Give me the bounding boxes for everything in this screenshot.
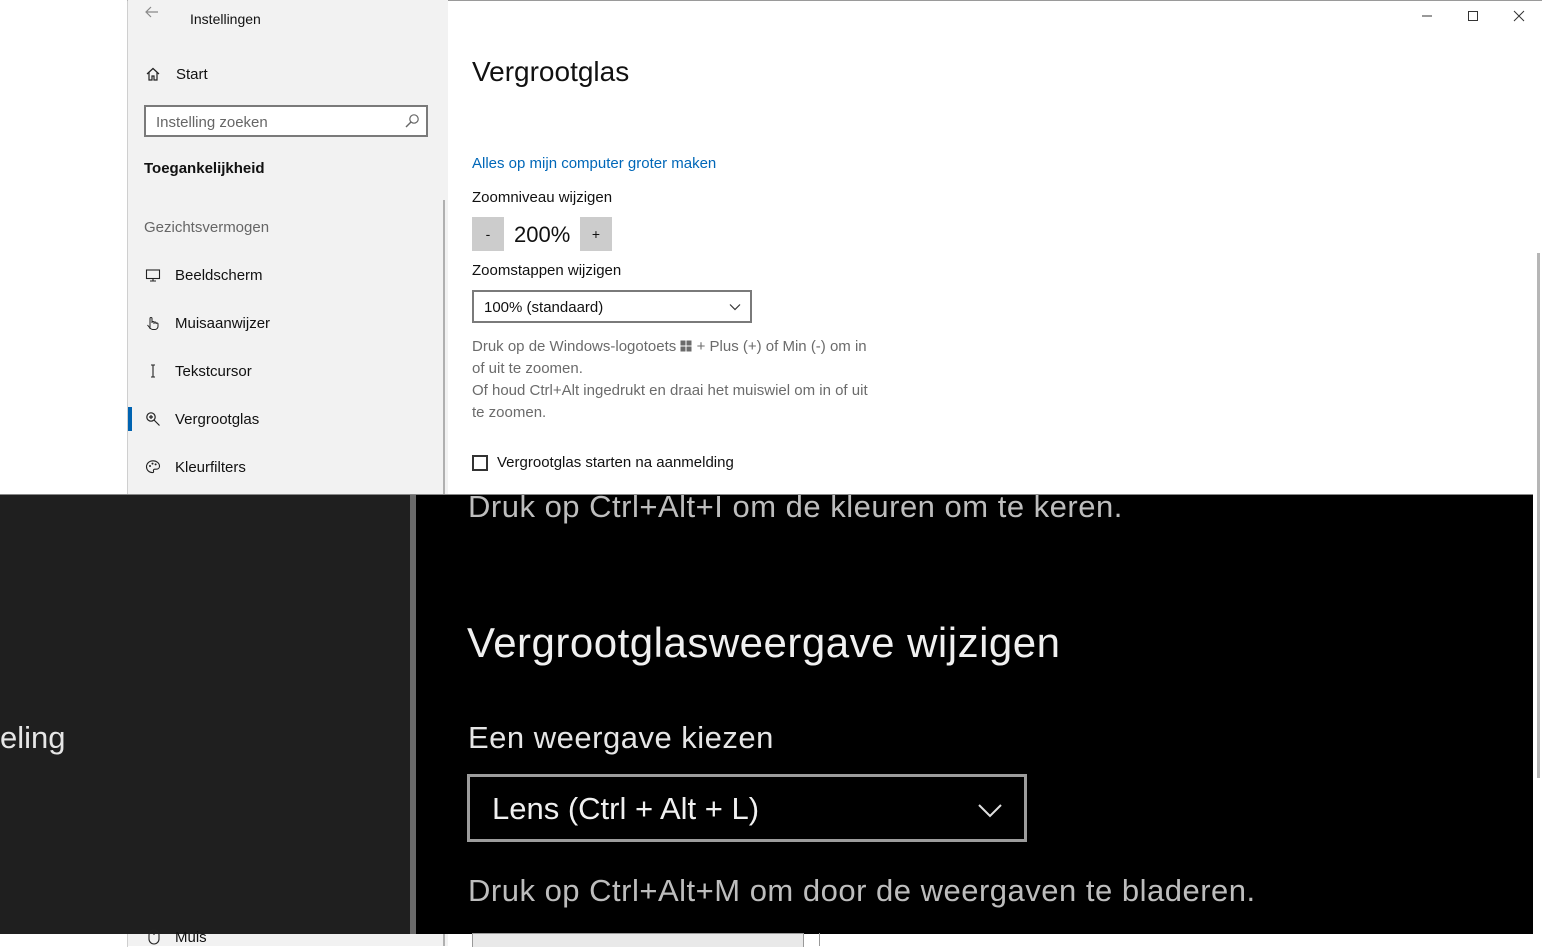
search-placeholder: Instelling zoeken: [156, 114, 268, 131]
lens-left-text: eling: [0, 720, 66, 755]
partially-visible-control[interactable]: [472, 933, 804, 947]
zoom-help-text: Druk op de Windows-logotoets + Plus (+) …: [472, 336, 912, 424]
minimize-button[interactable]: [1404, 0, 1450, 32]
page-title: Vergrootglas: [472, 56, 630, 87]
sidebar-item-beeldscherm[interactable]: Beeldscherm: [128, 253, 444, 297]
zoom-steps-label: Zoomstappen wijzigen: [472, 262, 622, 279]
text-cursor-icon: [144, 362, 162, 380]
sidebar-group-title: Toegankelijkheid: [144, 160, 265, 177]
magnifier-lens[interactable]: eling Druk op Ctrl+Alt+I om de kleuren o…: [0, 494, 1533, 934]
start-after-signin-checkbox[interactable]: [472, 454, 488, 471]
lens-invert-colors-hint: Druk op Ctrl+Alt+I om de kleuren om te k…: [468, 494, 1123, 524]
content-scrollbar[interactable]: [1537, 253, 1540, 778]
sidebar-item-vergrootglas[interactable]: Vergrootglas: [128, 397, 444, 441]
search-icon[interactable]: [404, 113, 420, 134]
zoom-level-label: Zoomniveau wijzigen: [472, 189, 613, 206]
sidebar-item-label: Vergrootglas: [175, 410, 260, 428]
back-button[interactable]: [144, 4, 162, 28]
checkbox-label: Vergrootglas starten na aanmelding: [497, 454, 734, 471]
back-arrow-icon: [145, 6, 158, 18]
sidebar-item-label: Kleurfilters: [175, 458, 246, 476]
zoom-in-button[interactable]: +: [580, 217, 612, 251]
help-line-4: te zoomen.: [472, 404, 547, 421]
help-line-1b: + Plus (+) of Min (-) om in: [696, 338, 867, 355]
pointer-icon: [144, 314, 162, 332]
window-title: Instellingen: [190, 11, 261, 27]
make-everything-bigger-link[interactable]: Alles op mijn computer groter maken: [472, 155, 716, 172]
sidebar-item-kleurfilters[interactable]: Kleurfilters: [128, 445, 444, 489]
lens-sidebar-area: [0, 495, 410, 934]
magnifier-view-dropdown[interactable]: Lens (Ctrl + Alt + L): [467, 774, 1027, 842]
help-line-1a: Druk op de Windows-logotoets: [472, 338, 677, 355]
lens-divider: [410, 495, 416, 934]
window-controls: [1404, 0, 1542, 32]
lens-view-label: Een weergave kiezen: [468, 720, 774, 755]
start-after-signin-option[interactable]: Vergrootglas starten na aanmelding: [472, 454, 734, 471]
sidebar-item-tekstcursor[interactable]: Tekstcursor: [128, 349, 444, 393]
sidebar-item-label: Muisaanwijzer: [175, 314, 271, 332]
maximize-button[interactable]: [1450, 0, 1496, 32]
chevron-down-icon: [728, 300, 742, 319]
sidebar-item-label: Muis: [175, 928, 207, 946]
mouse-icon: [145, 928, 163, 946]
magnifier-view-value: Lens (Ctrl + Alt + L): [492, 791, 760, 826]
sidebar-item-label: Tekstcursor: [175, 362, 252, 380]
close-button[interactable]: [1496, 0, 1542, 32]
chevron-down-icon: [976, 797, 1004, 830]
sidebar-section-title: Gezichtsvermogen: [144, 219, 270, 236]
close-icon: [1513, 10, 1525, 22]
zoom-steps-dropdown[interactable]: 100% (standaard): [472, 290, 752, 323]
lens-heading: Vergrootglasweergave wijzigen: [467, 619, 1061, 666]
minimize-icon: [1422, 15, 1432, 17]
maximize-icon: [1468, 11, 1478, 21]
sidebar-item-label: Beeldscherm: [175, 266, 263, 284]
lens-cycle-views-hint: Druk op Ctrl+Alt+M om door de weergaven …: [468, 873, 1256, 908]
sidebar-item-muis[interactable]: Muis: [145, 928, 207, 946]
zoom-out-button[interactable]: -: [472, 217, 504, 251]
windows-logo-icon: [680, 340, 692, 352]
search-input[interactable]: Instelling zoeken: [144, 105, 428, 137]
sidebar-item-start[interactable]: Start: [144, 60, 208, 88]
sidebar-item-muisaanwijzer[interactable]: Muisaanwijzer: [128, 301, 444, 345]
magnifier-icon: [144, 410, 162, 428]
sidebar-item-label: Start: [176, 65, 208, 83]
zoom-steps-value: 100% (standaard): [484, 299, 604, 316]
palette-icon: [144, 458, 162, 476]
monitor-icon: [144, 266, 162, 284]
help-line-2: of uit te zoomen.: [472, 360, 583, 377]
zoom-level-value: 200%: [514, 222, 571, 247]
divider: [819, 933, 820, 946]
home-icon: [144, 65, 162, 83]
help-line-3: Of houd Ctrl+Alt ingedrukt en draai het …: [472, 382, 868, 399]
